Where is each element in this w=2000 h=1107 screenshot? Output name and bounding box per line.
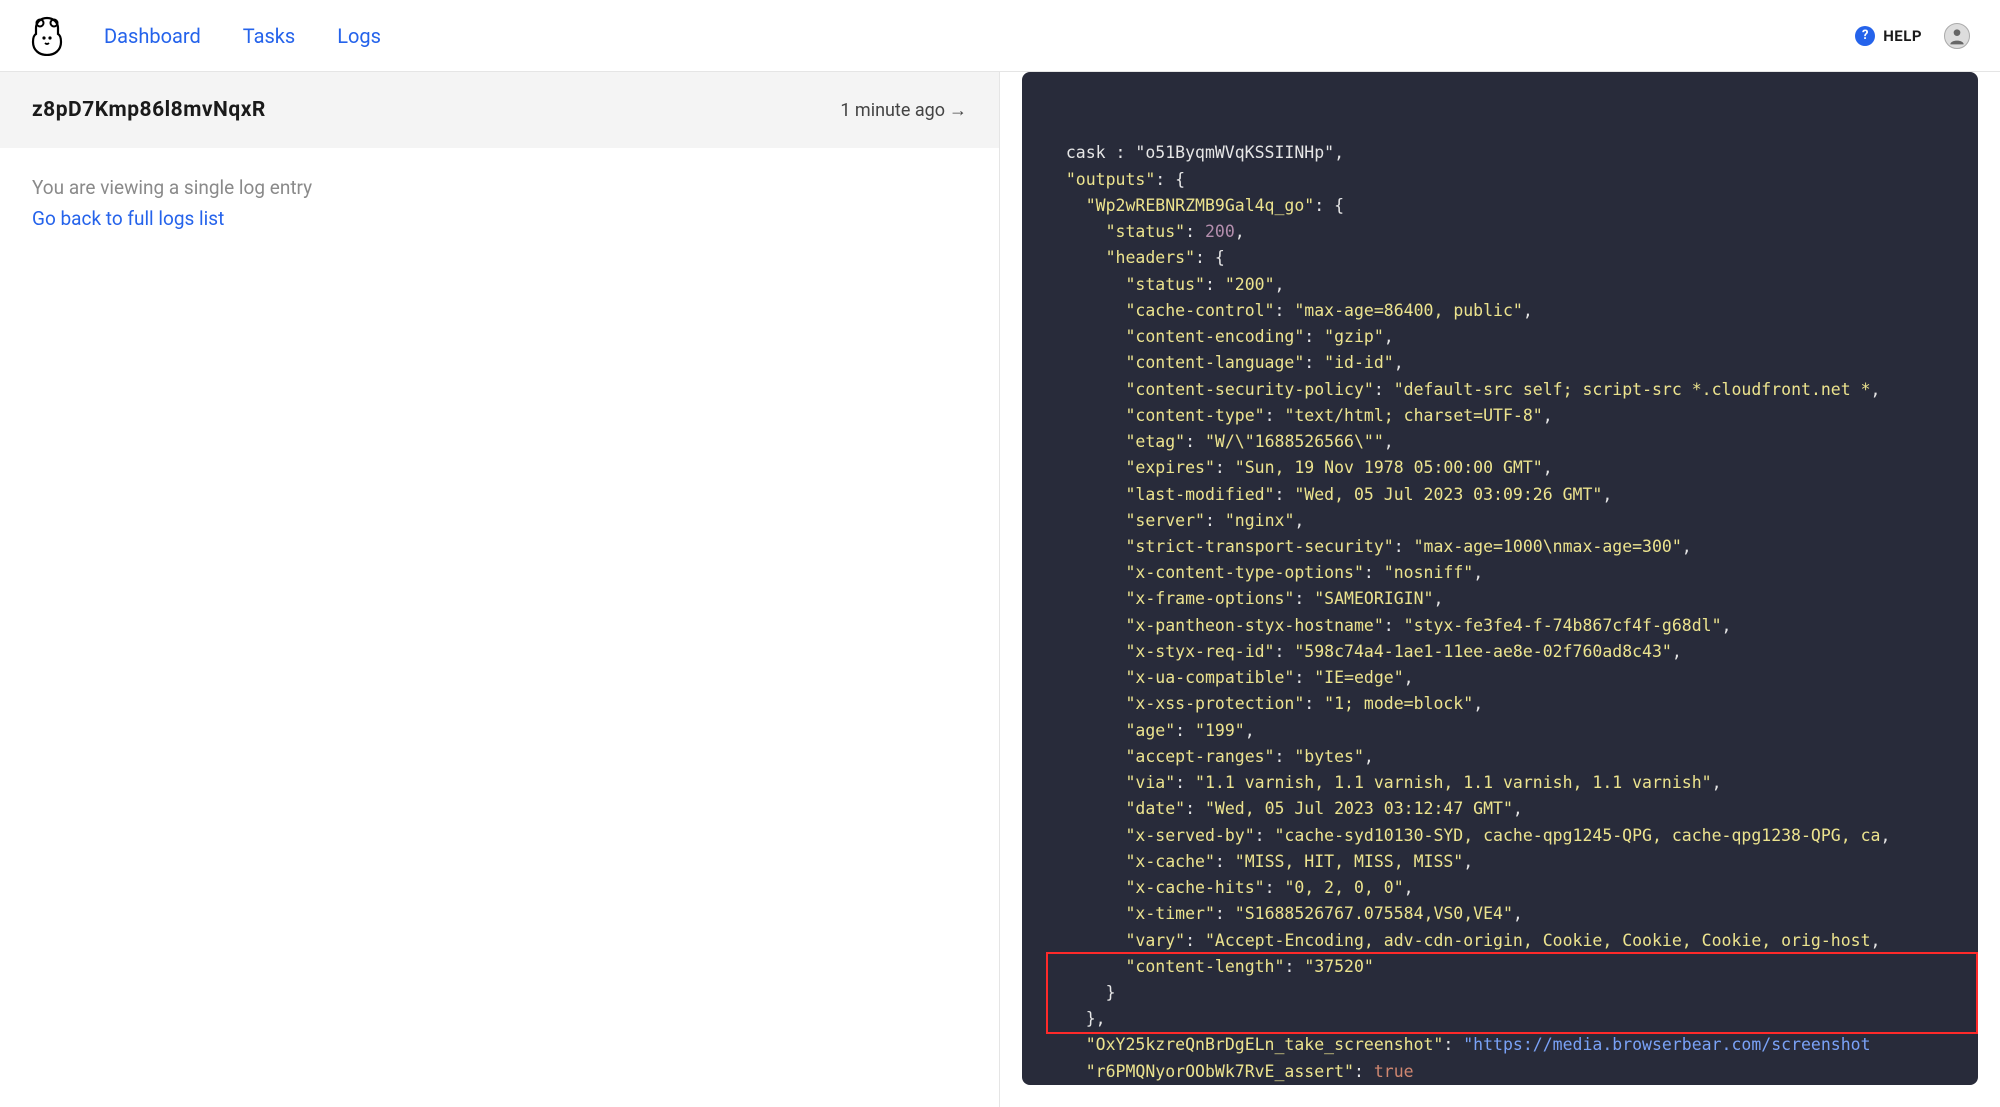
log-entry-sub: You are viewing a single log entry Go ba… [0, 148, 999, 258]
nav-tasks[interactable]: Tasks [243, 24, 296, 48]
log-entry-id: z8pD7Kmp86l8mvNqxR [32, 98, 266, 122]
topbar-right: ? HELP [1855, 23, 1970, 49]
nav-dashboard[interactable]: Dashboard [104, 24, 201, 48]
log-entry-subline: You are viewing a single log entry [32, 176, 967, 199]
left-pane: z8pD7Kmp86l8mvNqxR 1 minute ago→ You are… [0, 72, 1000, 1107]
avatar[interactable] [1944, 23, 1970, 49]
nav-logs[interactable]: Logs [337, 24, 381, 48]
help-button[interactable]: ? HELP [1855, 26, 1922, 46]
back-to-logs-link[interactable]: Go back to full logs list [32, 207, 224, 230]
topbar-left: Dashboard Tasks Logs [30, 16, 381, 56]
arrow-right-icon: → [949, 100, 967, 121]
main: z8pD7Kmp86l8mvNqxR 1 minute ago→ You are… [0, 72, 2000, 1107]
topbar: Dashboard Tasks Logs ? HELP [0, 0, 2000, 72]
help-icon: ? [1855, 26, 1875, 46]
nav-links: Dashboard Tasks Logs [104, 24, 381, 48]
help-label: HELP [1883, 27, 1922, 45]
log-entry-time-text: 1 minute ago [840, 100, 945, 121]
log-entry-header[interactable]: z8pD7Kmp86l8mvNqxR 1 minute ago→ [0, 72, 999, 148]
right-pane: cask : "o51ByqmWVqKSSIINHp", "outputs": … [1000, 72, 2000, 1107]
logo-icon[interactable] [30, 16, 64, 56]
log-entry-time: 1 minute ago→ [840, 100, 967, 121]
code-block[interactable]: cask : "o51ByqmWVqKSSIINHp", "outputs": … [1022, 72, 1978, 1085]
code-content: cask : "o51ByqmWVqKSSIINHp", "outputs": … [1022, 140, 1978, 1085]
